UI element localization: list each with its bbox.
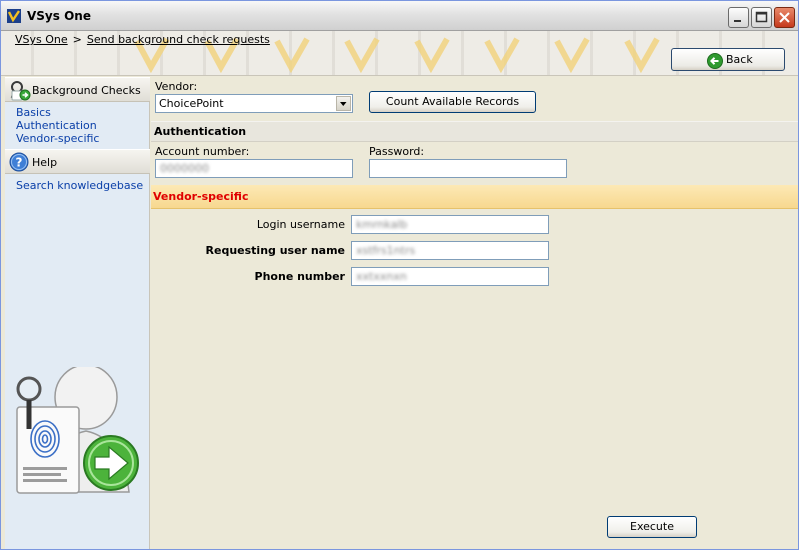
back-arrow-icon: [707, 53, 723, 69]
chevron-down-icon: [340, 102, 347, 106]
phone-number-value: xxtxxnxn: [356, 270, 407, 283]
requesting-user-name-value: xstfrs1ntrs: [356, 244, 416, 257]
vendor-specific-section-header: Vendor-specific: [151, 185, 798, 209]
requesting-user-name-label: Requesting user name: [205, 244, 345, 257]
banner-check-icon: [344, 37, 380, 73]
help-icon: ?: [9, 152, 29, 172]
window-title: VSys One: [27, 9, 91, 23]
authentication-section-header: Authentication: [151, 121, 798, 142]
title-bar[interactable]: VSys One: [1, 1, 798, 31]
login-username-label: Login username: [256, 218, 345, 231]
sidebar: Background Checks Basics Authentication …: [5, 77, 150, 549]
sidebar-section-title: Help: [32, 156, 58, 169]
breadcrumb-separator: >: [72, 33, 82, 46]
execute-button-label: Execute: [630, 520, 674, 533]
vendor-label: Vendor:: [155, 80, 198, 93]
login-username-field[interactable]: kmrnkalb: [351, 215, 549, 234]
count-available-records-button[interactable]: Count Available Records: [369, 91, 536, 113]
minimize-icon: [734, 20, 741, 22]
vendor-specific-section-title: Vendor-specific: [153, 190, 249, 203]
close-button[interactable]: [774, 7, 795, 28]
sidebar-section-help[interactable]: ? Help: [5, 149, 150, 174]
app-logo-icon: [7, 9, 21, 23]
background-check-illustration-icon: [16, 367, 139, 494]
sidebar-item-vendor-specific[interactable]: Vendor-specific: [16, 132, 99, 145]
svg-text:?: ?: [16, 156, 23, 170]
authentication-section-title: Authentication: [154, 125, 247, 138]
sidebar-section-background-checks[interactable]: Background Checks: [5, 77, 150, 102]
account-number-label: Account number:: [155, 145, 250, 158]
banner-check-icon: [554, 37, 590, 73]
breadcrumb: VSys One > Send background check requests: [15, 33, 270, 46]
background-check-icon: [10, 81, 31, 101]
banner-check-icon: [274, 37, 310, 73]
account-number-field[interactable]: 0000000: [155, 159, 353, 178]
execute-button[interactable]: Execute: [607, 516, 697, 538]
minimize-button[interactable]: [728, 7, 749, 28]
vendor-select-value: ChoicePoint: [159, 97, 224, 110]
banner-check-icon: [624, 37, 660, 73]
banner-check-icon: [414, 37, 450, 73]
account-number-value: 0000000: [160, 162, 209, 175]
sidebar-item-basics[interactable]: Basics: [16, 106, 51, 119]
app-window: VSys One VSys One > Send background check …: [0, 0, 799, 550]
sidebar-item-search-knowledgebase[interactable]: Search knowledgebase: [16, 179, 143, 192]
main-content: Vendor: ChoicePoint Count Available Reco…: [151, 77, 798, 549]
vendor-dropdown-button[interactable]: [336, 96, 351, 111]
close-icon: [779, 12, 790, 23]
login-username-value: kmrnkalb: [356, 218, 408, 231]
phone-number-label: Phone number: [254, 270, 345, 283]
breadcrumb-current-link[interactable]: Send background check requests: [87, 33, 270, 46]
maximize-icon: [755, 11, 768, 23]
count-available-records-label: Count Available Records: [385, 95, 520, 108]
vendor-select[interactable]: ChoicePoint: [155, 94, 353, 113]
password-label: Password:: [369, 145, 425, 158]
requesting-user-name-field[interactable]: xstfrs1ntrs: [351, 241, 549, 260]
phone-number-field[interactable]: xxtxxnxn: [351, 267, 549, 286]
banner-check-icon: [484, 37, 520, 73]
breadcrumb-root-link[interactable]: VSys One: [15, 33, 68, 46]
back-button[interactable]: Back: [671, 48, 785, 71]
maximize-button[interactable]: [751, 7, 772, 28]
back-button-label: Back: [726, 53, 753, 66]
sidebar-section-title: Background Checks: [32, 84, 141, 97]
sidebar-item-authentication[interactable]: Authentication: [16, 119, 97, 132]
password-field[interactable]: [369, 159, 567, 178]
